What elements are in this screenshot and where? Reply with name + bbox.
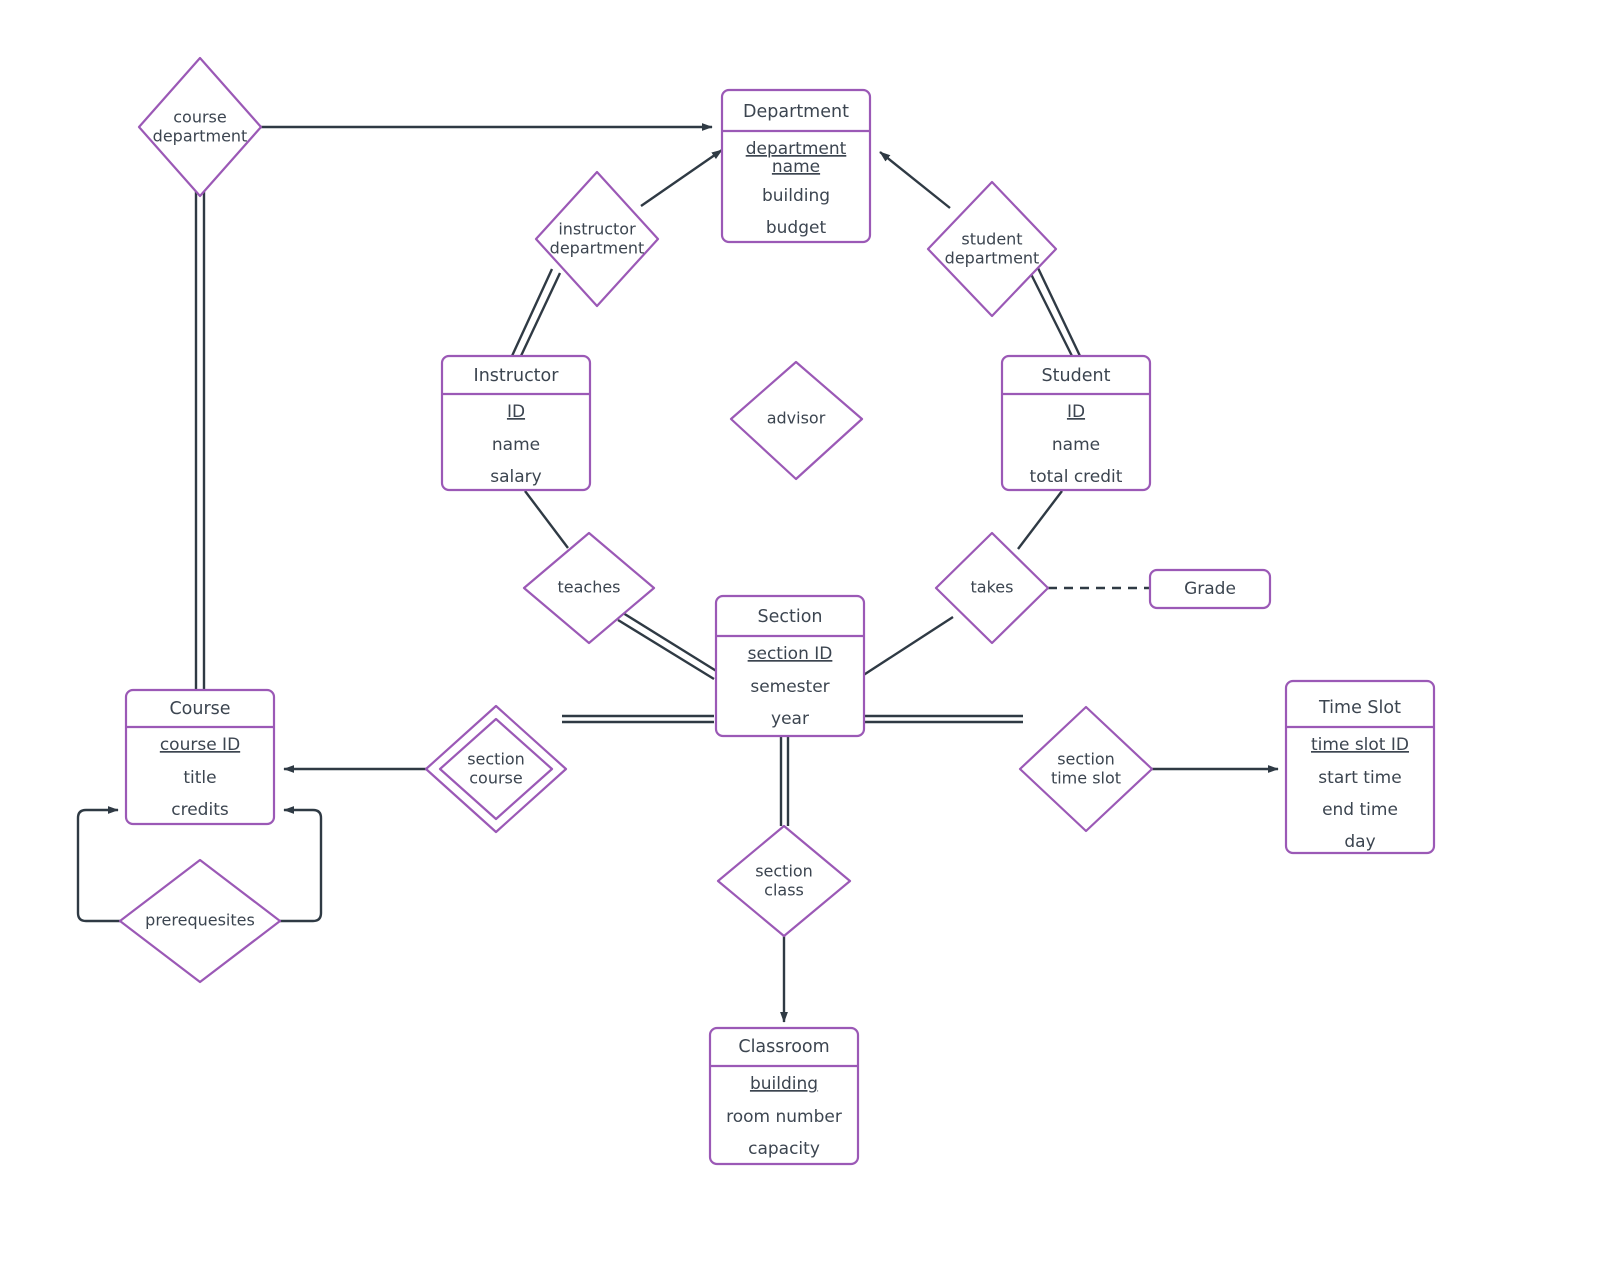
entity-section[interactable]: Section section ID semester year	[714, 594, 866, 738]
entity-course-attr-title: title	[183, 768, 216, 788]
link-student-to-takes	[1017, 490, 1063, 550]
link-student-department-to-student-a	[1028, 271, 1074, 357]
link-instructor-department-to-department	[640, 149, 723, 207]
link-instructor-department-to-instructor-b	[518, 272, 562, 359]
relationship-section-course-label-line1: section	[467, 750, 525, 769]
attribute-grade[interactable]: Grade	[1148, 568, 1272, 610]
entity-classroom-attr-capacity: capacity	[748, 1139, 820, 1159]
link-student-department-to-student-b	[1036, 267, 1082, 357]
relationship-section-course-label-line2: course	[469, 769, 522, 788]
entity-instructor[interactable]: Instructor ID name salary	[440, 354, 592, 492]
relationship-advisor-label: advisor	[767, 409, 826, 428]
relationship-teaches-label: teaches	[557, 578, 620, 597]
entity-course-attr-course-id: course ID	[160, 735, 240, 755]
er-diagram-svg: Department department name building budg…	[76, 56, 1436, 1166]
attribute-grade-label: Grade	[1184, 579, 1236, 599]
relationship-section-time-slot-label-line1: section	[1057, 750, 1115, 769]
entity-student-attr-name: name	[1052, 435, 1100, 455]
entity-student-title: Student	[1042, 366, 1111, 386]
entity-department[interactable]: Department department name building budg…	[720, 88, 872, 244]
entity-instructor-title: Instructor	[474, 366, 560, 386]
entity-classroom[interactable]: Classroom building room number capacity	[708, 1026, 860, 1166]
relationship-course-department-label-line2: department	[153, 127, 248, 146]
relationship-section-class[interactable]: section class	[716, 824, 852, 938]
link-takes-to-section	[861, 615, 954, 678]
relationship-course-department-label-line1: course	[173, 108, 226, 127]
relationship-section-time-slot-label-line2: time slot	[1051, 769, 1121, 788]
relationship-takes-label: takes	[971, 578, 1014, 597]
entity-instructor-attr-salary: salary	[490, 467, 541, 487]
entity-time-slot[interactable]: Time Slot time slot ID start time end ti…	[1284, 679, 1436, 855]
link-instructor-department-to-instructor-a	[510, 268, 554, 357]
entity-course-title: Course	[169, 699, 230, 719]
relationship-teaches[interactable]: teaches	[522, 531, 656, 645]
relationship-student-department[interactable]: student department	[926, 180, 1058, 318]
entity-student-attr-total-credit: total credit	[1030, 467, 1123, 487]
relationship-prerequesites-label: prerequesites	[145, 911, 255, 930]
entity-student-attr-id: ID	[1067, 402, 1085, 422]
entity-department-attr-building: building	[762, 186, 830, 206]
entity-department-attr-budget: budget	[766, 218, 827, 238]
link-prerequesites-to-course-left	[76, 806, 120, 923]
entity-instructor-attr-id: ID	[507, 402, 525, 422]
entity-time-slot-attr-day: day	[1344, 832, 1375, 852]
entity-course[interactable]: Course course ID title credits	[124, 688, 276, 826]
relationship-section-course[interactable]: section course	[424, 704, 568, 834]
relationship-instructor-department-label-line1: instructor	[558, 220, 636, 239]
entity-classroom-attr-building: building	[750, 1074, 818, 1094]
relationship-student-department-label-line2: department	[945, 249, 1040, 268]
entity-classroom-attr-room-number: room number	[726, 1107, 842, 1127]
entity-department-attr-key-line2: name	[772, 157, 820, 177]
entity-department-title: Department	[743, 102, 849, 122]
link-teaches-to-section-b	[617, 618, 715, 681]
relationship-takes[interactable]: takes	[934, 531, 1050, 645]
entity-time-slot-attr-id: time slot ID	[1311, 735, 1409, 755]
entity-course-attr-credits: credits	[171, 800, 229, 820]
link-instructor-to-teaches	[524, 490, 569, 549]
relationship-section-class-label-line2: class	[764, 881, 804, 900]
connectors	[76, 123, 1279, 1023]
entity-instructor-attr-name: name	[492, 435, 540, 455]
entity-department-attr-key-line1: department	[746, 139, 847, 159]
entity-classroom-title: Classroom	[738, 1037, 829, 1057]
relationship-prerequesites[interactable]: prerequesites	[118, 858, 282, 984]
entity-time-slot-attr-end-time: end time	[1322, 800, 1398, 820]
link-student-department-to-department	[879, 151, 951, 209]
entity-time-slot-attr-start-time: start time	[1318, 768, 1401, 788]
entity-section-attr-year: year	[771, 709, 809, 729]
entity-section-title: Section	[757, 607, 822, 627]
relationship-course-department[interactable]: course department	[137, 56, 263, 198]
entity-time-slot-title: Time Slot	[1318, 698, 1401, 718]
relationship-student-department-label-line1: student	[961, 230, 1022, 249]
link-teaches-to-section-a	[622, 611, 719, 674]
relationship-instructor-department-label-line2: department	[550, 239, 645, 258]
entity-student[interactable]: Student ID name total credit	[1000, 354, 1152, 492]
relationship-section-time-slot[interactable]: section time slot	[1018, 705, 1154, 833]
er-diagram-canvas: Department department name building budg…	[0, 0, 1600, 1280]
entity-section-attr-section-id: section ID	[748, 644, 833, 664]
relationship-section-class-label-line1: section	[755, 862, 813, 881]
entity-section-attr-semester: semester	[750, 677, 829, 697]
relationship-advisor[interactable]: advisor	[729, 360, 864, 481]
link-prerequesites-to-course-right	[280, 806, 323, 923]
